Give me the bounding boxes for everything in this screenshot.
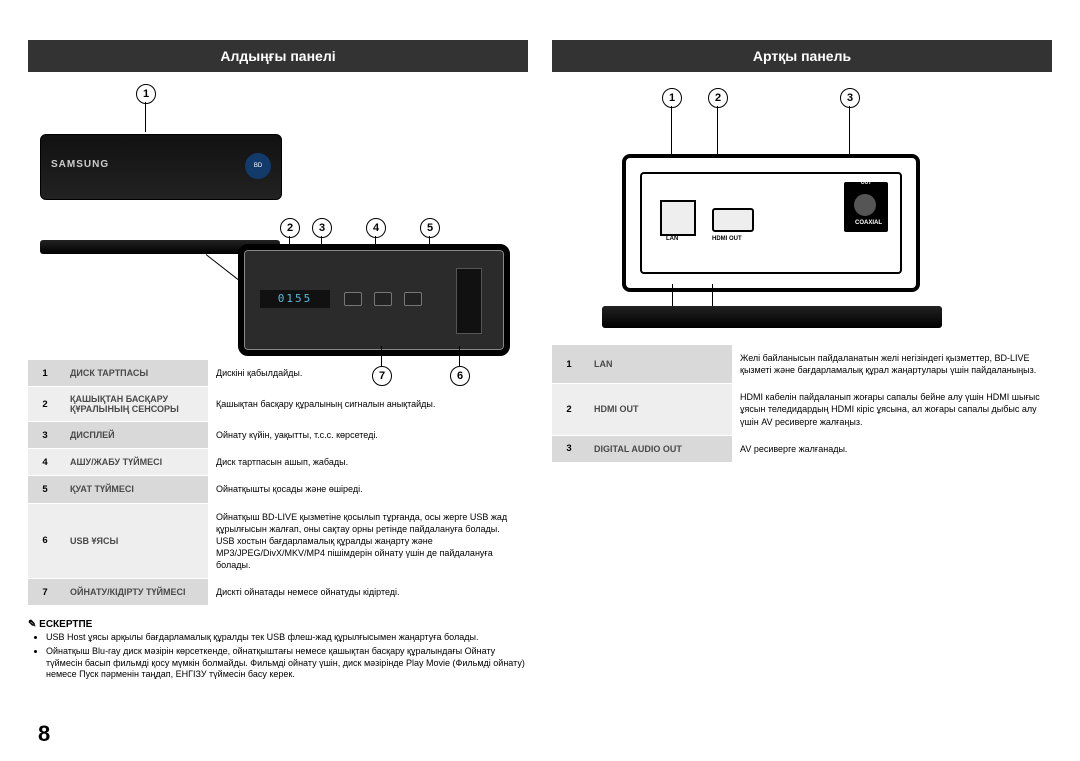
note-title: ✎ ЕСКЕРТПЕ	[28, 619, 528, 630]
note-item: USB Host ұясы арқылы бағдарламалық құрал…	[46, 632, 528, 644]
row-desc: Қашықтан басқару құралының сигналын анық…	[208, 387, 528, 422]
rear-callout-3: 3	[840, 88, 860, 108]
front-callout-6: 6	[450, 366, 470, 386]
row-label: ҚУАТ ТҮЙМЕСІ	[62, 476, 208, 503]
row-number: 2	[552, 384, 586, 435]
front-callout-2: 2	[280, 218, 300, 238]
row-label: ҚАШЫҚТАН БАСҚАРУ ҚҰРАЛЫНЫҢ СЕНСОРЫ	[62, 387, 208, 422]
row-desc: AV ресиверге жалғанады.	[732, 435, 1052, 462]
rear-title: Артқы панель	[552, 40, 1052, 72]
front-face-illustration: SAMSUNG BD	[40, 134, 282, 200]
lan-port-icon	[660, 200, 696, 236]
row-desc: Ойнатқыш BD-LIVE қызметіне қосылып тұрға…	[208, 503, 528, 579]
table-row: 5ҚУАТ ТҮЙМЕСІОйнатқышты қосады және өшір…	[28, 476, 528, 503]
play-pause-button-icon	[374, 292, 392, 306]
bluray-disc-icon: BD	[245, 153, 271, 179]
brand-logo: SAMSUNG	[51, 159, 109, 170]
row-number: 1	[28, 360, 62, 387]
row-label: ДИСК ТАРТПАСЫ	[62, 360, 208, 387]
table-row: 2ҚАШЫҚТАН БАСҚАРУ ҚҰРАЛЫНЫҢ СЕНСОРЫҚашық…	[28, 387, 528, 422]
row-label: USB ҰЯСЫ	[62, 503, 208, 579]
front-title: Алдыңғы панелі	[28, 40, 528, 72]
row-label: DIGITAL AUDIO OUT	[586, 435, 732, 462]
row-number: 3	[28, 422, 62, 449]
row-desc: Ойнату күйін, уақытты, т.с.с. көрсетеді.	[208, 422, 528, 449]
table-row: 7ОЙНАТУ/КІДІРТУ ТҮЙМЕСІДискті ойнатады н…	[28, 579, 528, 606]
front-spec-table: 1ДИСК ТАРТПАСЫДискіні қабылдайды.2ҚАШЫҚТ…	[28, 359, 528, 605]
front-callout-4: 4	[366, 218, 386, 238]
eject-button-icon	[344, 292, 362, 306]
table-row: 2HDMI OUTHDMI кабелін пайдаланып жоғары …	[552, 384, 1052, 435]
rear-callout-2: 2	[708, 88, 728, 108]
rear-panel-section: Артқы панель 1 2 3 LAN HDMI OUT DIGITAL …	[552, 40, 1052, 683]
row-desc: Диск тартпасын ашып, жабады.	[208, 449, 528, 476]
front-callout-5: 5	[420, 218, 440, 238]
table-row: 3DIGITAL AUDIO OUTAV ресиверге жалғанады…	[552, 435, 1052, 462]
rear-top-view	[602, 306, 942, 328]
usb-port-icon	[456, 268, 482, 334]
row-desc: Желі байланысын пайдаланатын желі негізі…	[732, 345, 1052, 384]
row-number: 2	[28, 387, 62, 422]
table-row: 4АШУ/ЖАБУ ТҮЙМЕСІДиск тартпасын ашып, жа…	[28, 449, 528, 476]
rear-box-illustration: LAN HDMI OUT DIGITAL AUDIO OUT COAXIAL	[622, 154, 920, 292]
row-number: 5	[28, 476, 62, 503]
row-label: ОЙНАТУ/КІДІРТУ ТҮЙМЕСІ	[62, 579, 208, 606]
rear-spec-table: 1LANЖелі байланысын пайдаланатын желі не…	[552, 344, 1052, 462]
table-row: 1LANЖелі байланысын пайдаланатын желі не…	[552, 345, 1052, 384]
table-row: 3ДИСПЛЕЙОйнату күйін, уақытты, т.с.с. кө…	[28, 422, 528, 449]
front-panel-section: Алдыңғы панелі 1 SAMSUNG BD 2 3 4 5 01	[28, 40, 528, 683]
note-block: ✎ ЕСКЕРТПЕ USB Host ұясы арқылы бағдарла…	[28, 619, 528, 681]
row-label: ДИСПЛЕЙ	[62, 422, 208, 449]
front-diagram: 1 SAMSUNG BD 2 3 4 5 0155	[28, 84, 528, 359]
coaxial-port-icon	[852, 192, 878, 218]
rear-diagram: 1 2 3 LAN HDMI OUT DIGITAL AUDIO OUT COA…	[552, 84, 1052, 344]
note-item: Ойнатқыш Blu-ray диск мәзірін көрсеткенд…	[46, 646, 528, 681]
table-row: 6USB ҰЯСЫОйнатқыш BD-LIVE қызметіне қосы…	[28, 503, 528, 579]
front-callout-3: 3	[312, 218, 332, 238]
row-desc: HDMI кабелін пайдаланып жоғары сапалы бе…	[732, 384, 1052, 435]
power-button-icon	[404, 292, 422, 306]
row-number: 7	[28, 579, 62, 606]
page-number: 8	[38, 721, 50, 747]
row-desc: Дискті ойнатады немесе ойнатуды кідіртед…	[208, 579, 528, 606]
row-label: LAN	[586, 345, 732, 384]
row-number: 3	[552, 435, 586, 462]
row-label: АШУ/ЖАБУ ТҮЙМЕСІ	[62, 449, 208, 476]
row-desc: Ойнатқышты қосады және өшіреді.	[208, 476, 528, 503]
row-number: 4	[28, 449, 62, 476]
row-number: 6	[28, 503, 62, 579]
hdmi-port-icon	[712, 208, 754, 232]
row-desc: Дискіні қабылдайды.	[208, 360, 528, 387]
row-label: HDMI OUT	[586, 384, 732, 435]
front-detail-box: 0155	[238, 244, 510, 356]
row-number: 1	[552, 345, 586, 384]
display-panel: 0155	[260, 290, 330, 308]
rear-callout-1: 1	[662, 88, 682, 108]
front-callout-7: 7	[372, 366, 392, 386]
front-callout-1: 1	[136, 84, 156, 104]
